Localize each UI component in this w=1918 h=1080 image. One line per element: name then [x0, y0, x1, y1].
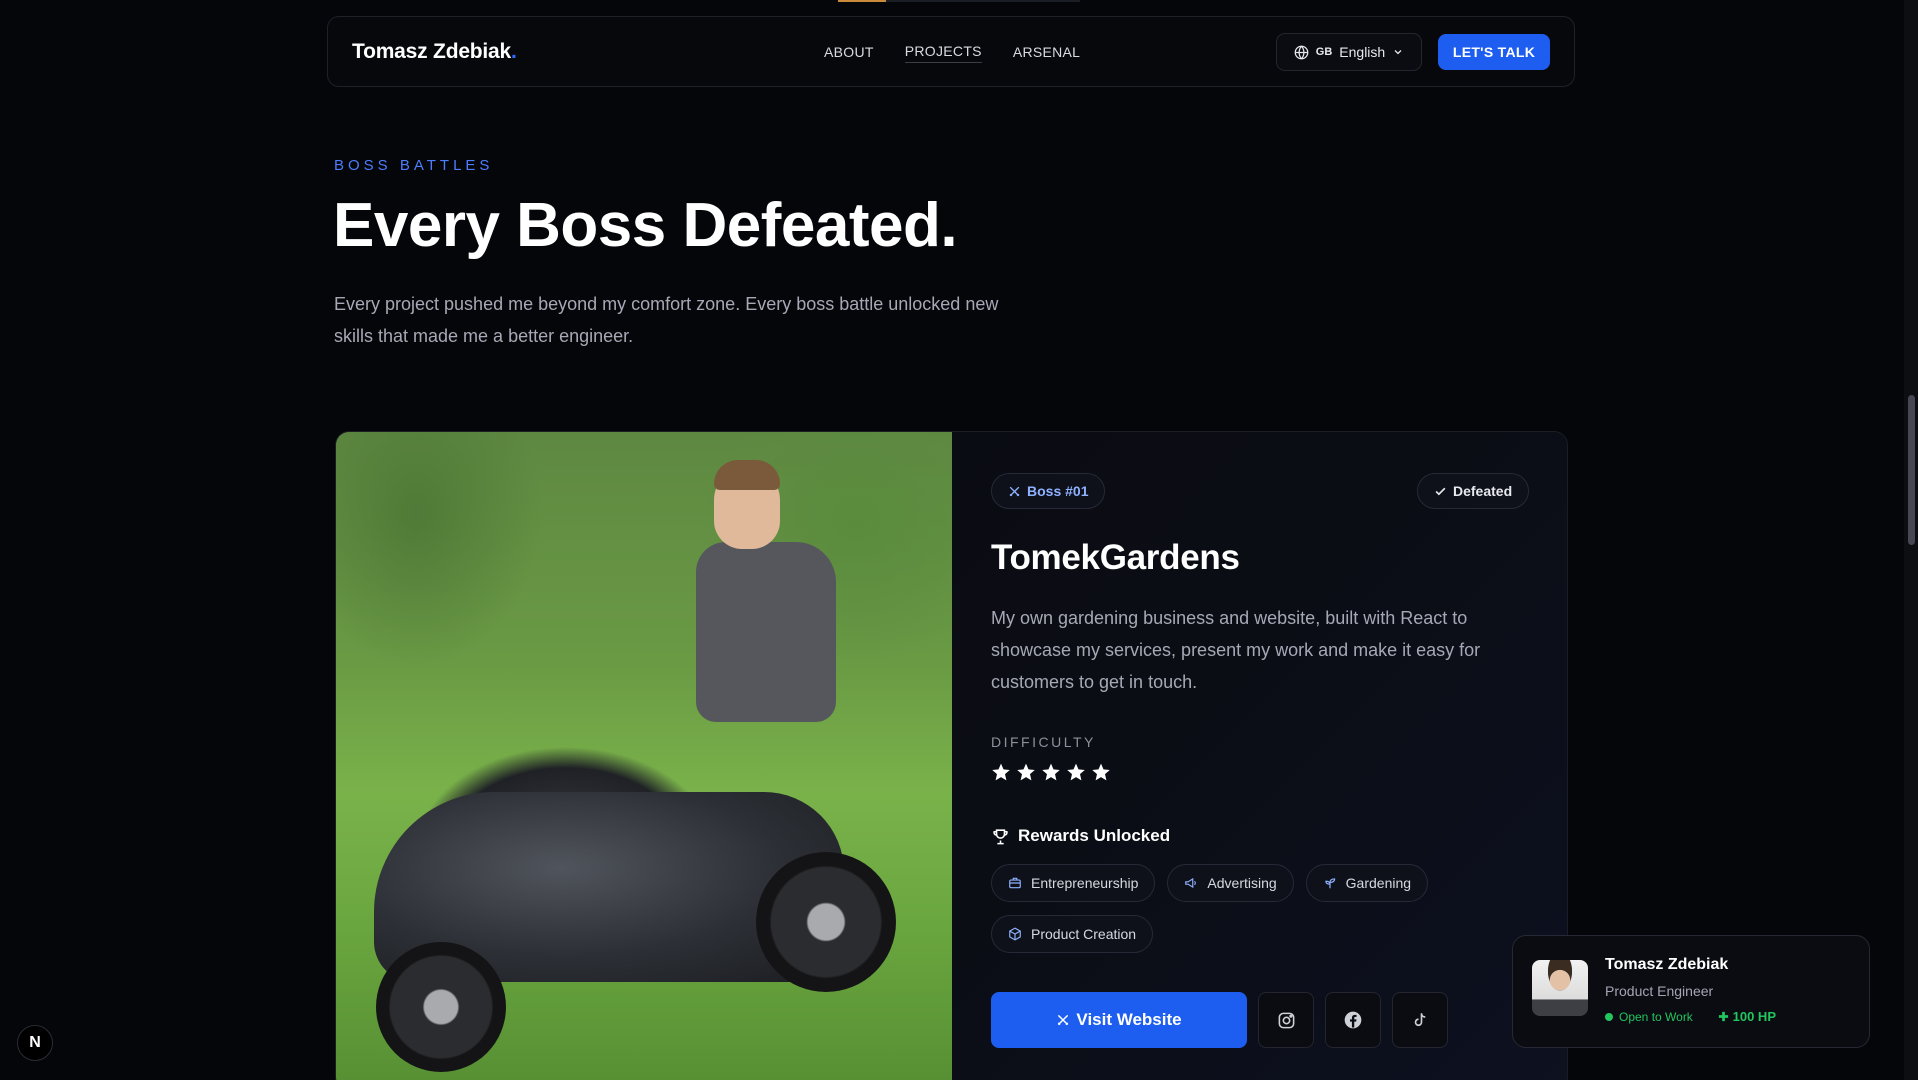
scrollbar[interactable]	[1904, 0, 1918, 1080]
reward-label: Entrepreneurship	[1031, 875, 1139, 891]
status-badge: Defeated	[1417, 473, 1530, 509]
status-label: Defeated	[1453, 483, 1513, 499]
language-flag: GB	[1315, 46, 1333, 58]
instagram-icon	[1278, 1012, 1294, 1028]
chevron-down-icon	[1394, 50, 1402, 55]
hp-value: 100 HP	[1732, 1009, 1776, 1024]
visit-website-button[interactable]: Visit Website	[991, 992, 1247, 1048]
difficulty-label: DIFFICULTY	[991, 734, 1096, 750]
status-dot-icon	[1605, 1013, 1613, 1021]
boss-number-badge: Boss #01	[991, 473, 1106, 509]
language-label: English	[1339, 44, 1386, 60]
swords-icon	[1009, 486, 1020, 496]
reward-tag: Advertising	[1167, 864, 1294, 902]
star-icon	[1042, 763, 1060, 781]
instagram-button[interactable]	[1258, 992, 1314, 1048]
rewards-heading: Rewards Unlocked	[991, 826, 1170, 846]
status-text: Open to Work	[1619, 1010, 1693, 1024]
briefcase-icon	[1009, 877, 1021, 889]
profile-role: Product Engineer	[1605, 983, 1714, 999]
tiktok-button[interactable]	[1392, 992, 1448, 1048]
boss-details: Boss #01 Defeated TomekGardens My own ga…	[991, 432, 1567, 1080]
nav-link-about[interactable]: ABOUT	[824, 41, 874, 63]
difficulty-stars	[991, 762, 1111, 782]
star-icon	[992, 763, 1010, 781]
brand-logo[interactable]: Tomasz Zdebiak.	[352, 40, 517, 64]
navbar: Tomasz Zdebiak. ABOUT PROJECTS ARSENAL G…	[327, 16, 1575, 87]
box-icon	[1009, 927, 1021, 941]
star-icon	[1017, 763, 1035, 781]
boss-card: Boss #01 Defeated TomekGardens My own ga…	[335, 431, 1568, 1080]
nav-links: ABOUT PROJECTS ARSENAL	[824, 17, 1080, 86]
wheel-shape	[756, 852, 896, 992]
facebook-icon	[1344, 1011, 1362, 1029]
hp-indicator: 100 HP	[1718, 1009, 1776, 1024]
plus-icon	[1718, 1011, 1729, 1022]
swords-icon	[1058, 1014, 1069, 1026]
scrollbar-thumb[interactable]	[1908, 395, 1915, 545]
rewards-title: Rewards Unlocked	[1018, 826, 1171, 845]
boss-number-label: Boss #01	[1027, 483, 1089, 499]
project-photo	[336, 432, 952, 1080]
tiktok-icon	[1414, 1013, 1426, 1027]
brand-dot: .	[511, 39, 517, 63]
facebook-button[interactable]	[1325, 992, 1381, 1048]
brand-name: Tomasz Zdebiak	[352, 39, 512, 63]
star-icon	[1092, 763, 1110, 781]
profile-name: Tomasz Zdebiak	[1605, 956, 1729, 973]
hero-description: Every project pushed me beyond my comfor…	[334, 294, 999, 346]
trophy-icon	[993, 828, 1008, 844]
reward-tag: Product Creation	[991, 915, 1154, 953]
page-title: Every Boss Defeated.	[333, 191, 958, 260]
progress-fill	[838, 0, 886, 2]
boss-name: TomekGardens	[991, 538, 1240, 577]
reward-tag: Gardening	[1305, 864, 1429, 902]
avatar	[1532, 960, 1588, 1016]
profile-card[interactable]: Tomasz Zdebiak Product Engineer Open to …	[1512, 935, 1870, 1048]
language-selector[interactable]: GB English	[1276, 33, 1422, 71]
open-to-work-status: Open to Work	[1605, 1010, 1693, 1024]
nextjs-dev-badge[interactable]: N	[17, 1025, 53, 1061]
person-shape	[696, 542, 836, 722]
check-icon	[1435, 487, 1446, 495]
nav-link-projects[interactable]: PROJECTS	[904, 40, 982, 63]
person-hair-shape	[714, 460, 780, 490]
boss-actions: Visit Website	[991, 992, 1448, 1048]
lets-talk-button[interactable]: LET'S TALK	[1438, 34, 1550, 70]
rewards-list: Entrepreneurship Advertising Gardening P…	[991, 864, 1471, 953]
section-eyebrow: BOSS BATTLES	[334, 157, 494, 174]
reward-label: Product Creation	[1031, 926, 1137, 942]
star-icon	[1067, 763, 1085, 781]
nav-link-arsenal[interactable]: ARSENAL	[1013, 41, 1080, 63]
visit-website-label: Visit Website	[1076, 1010, 1182, 1029]
reward-tag: Entrepreneurship	[991, 864, 1156, 902]
wheel-shape	[376, 942, 506, 1072]
top-progress-bar	[838, 0, 1080, 2]
boss-description: My own gardening business and website, b…	[991, 608, 1481, 692]
reward-label: Advertising	[1207, 875, 1277, 891]
globe-icon	[1294, 45, 1309, 59]
megaphone-icon	[1185, 877, 1197, 889]
sprout-icon	[1325, 878, 1335, 889]
reward-label: Gardening	[1345, 875, 1412, 891]
